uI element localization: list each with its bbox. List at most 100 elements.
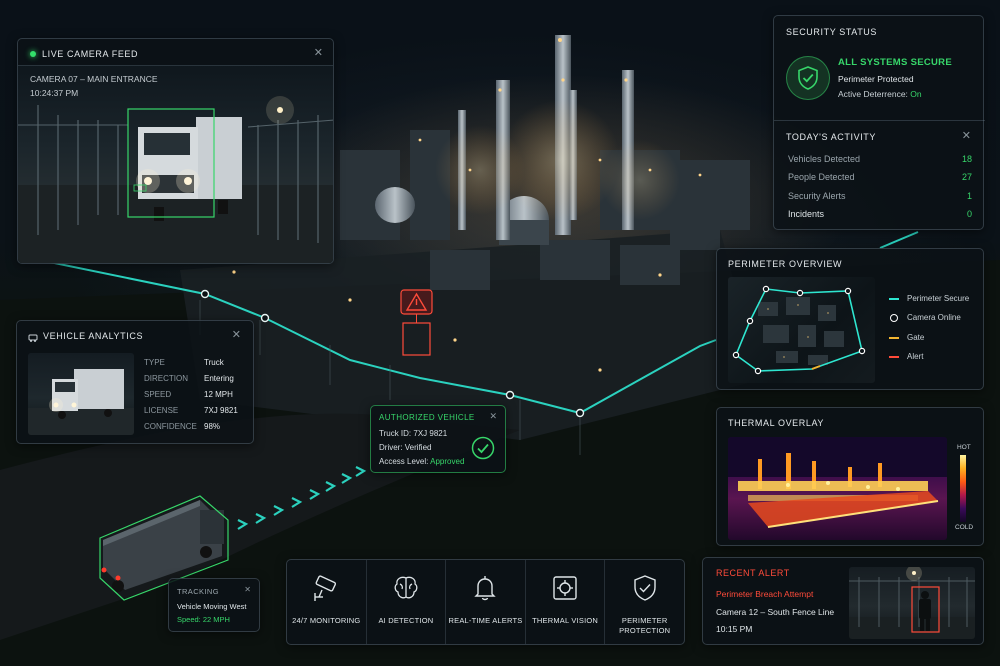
thermal-target-icon	[550, 573, 580, 608]
activity-value: 1	[966, 191, 972, 201]
camera-time: 10:24:37 PM	[30, 88, 79, 98]
vehicle-analytics-close-icon[interactable]: ✕	[232, 330, 241, 341]
security-status-title: SECURITY STATUS	[786, 27, 878, 37]
activity-label: Incidents	[788, 209, 825, 219]
recent-alert-title: RECENT ALERT	[716, 568, 790, 578]
legend-camera-online: Camera Online	[889, 313, 961, 322]
shield-check-icon	[786, 56, 830, 100]
recent-alert-panel: RECENT ALERT Perimeter Breach Attempt Ca…	[702, 557, 984, 645]
analytics-row-license: LICENSE 7XJ 9821	[144, 406, 254, 415]
bell-icon	[470, 573, 500, 608]
analytics-key: DIRECTION	[144, 374, 188, 383]
activity-row: Security Alerts 1	[788, 191, 972, 201]
active-deterrence-label: Active Deterrence:	[838, 89, 908, 99]
analytics-key: SPEED	[144, 390, 172, 399]
vehicle-analytics-panel: VEHICLE ANALYTICS ✕ TYPE Truck DIRECTION…	[16, 320, 254, 444]
truck-id-text: Truck ID: 7XJ 9821	[379, 429, 448, 438]
feature-label: REAL-TIME ALERTS	[448, 616, 523, 625]
tracking-panel: TRACKING ✕ Vehicle Moving West Speed: 22…	[168, 578, 260, 632]
features-bar: 24/7 MONITORING AI DETECTION REAL-TIME A…	[286, 559, 685, 645]
live-feed-title: LIVE CAMERA FEED	[42, 49, 139, 59]
perimeter-overview-panel: PERIMETER OVERVIEW Perimeter Secure Came…	[716, 248, 984, 390]
active-deterrence-line: Active Deterrence: On	[838, 89, 922, 99]
legend-gate: Gate	[889, 333, 924, 342]
cctv-camera-icon	[311, 573, 341, 608]
analytics-row-confidence: CONFIDENCE 98%	[144, 422, 254, 431]
feature-thermal-vision[interactable]: THERMAL VISION	[524, 560, 605, 644]
legend-line-icon	[889, 355, 899, 358]
analytics-row-direction: DIRECTION Entering	[144, 374, 254, 383]
live-feed-header: LIVE CAMERA FEED	[30, 49, 138, 59]
legend-line-icon	[889, 336, 899, 339]
activity-row: People Detected 27	[788, 172, 972, 182]
perimeter-protected-text: Perimeter Protected	[838, 74, 914, 84]
feature-label: THERMAL VISION	[532, 616, 599, 625]
active-deterrence-value: On	[910, 89, 922, 99]
legend-perimeter-secure: Perimeter Secure	[889, 294, 969, 303]
vehicle-analytics-title: VEHICLE ANALYTICS	[43, 331, 144, 341]
feature-perimeter-protection[interactable]: PERIMETER PROTECTION	[604, 560, 684, 644]
perimeter-overview-title: PERIMETER OVERVIEW	[728, 259, 843, 269]
legend-label: Perimeter Secure	[907, 294, 970, 303]
legend-ring-icon	[890, 313, 898, 322]
activity-value: 18	[961, 154, 972, 164]
analytics-key: CONFIDENCE	[144, 422, 197, 431]
feature-ai-detection[interactable]: AI DETECTION	[365, 560, 446, 644]
live-indicator-dot	[30, 51, 36, 57]
legend-alert: Alert	[889, 352, 923, 361]
analytics-key: LICENSE	[144, 406, 179, 415]
activity-value: 27	[961, 172, 972, 182]
security-status-text: ALL SYSTEMS SECURE	[838, 57, 952, 68]
authorized-close-icon[interactable]: ✕	[489, 412, 497, 421]
live-camera-feed-panel: LIVE CAMERA FEED ✕ CAMERA 07 – MAIN ENTR…	[17, 38, 334, 264]
access-level-label: Access Level:	[379, 457, 429, 466]
feature-label: 24/7 MONITORING	[292, 616, 361, 625]
tracking-title: TRACKING	[177, 587, 219, 596]
analytics-value: Truck	[204, 358, 224, 367]
legend-line-icon	[889, 297, 899, 300]
tracking-close-icon[interactable]: ✕	[244, 586, 251, 594]
legend-label: Alert	[907, 352, 924, 361]
camera-label: CAMERA 07 – MAIN ENTRANCE	[30, 74, 158, 84]
vehicle-snapshot-image	[28, 353, 134, 435]
activity-close-icon[interactable]: ✕	[962, 131, 971, 142]
access-level-value: Approved	[430, 457, 465, 466]
authorized-vehicle-panel: AUTHORIZED VEHICLE ✕ Truck ID: 7XJ 9821 …	[370, 405, 506, 473]
thermal-scale-bar	[960, 455, 966, 522]
analytics-row-type: TYPE Truck	[144, 358, 254, 367]
brain-icon	[391, 573, 421, 608]
legend-label: Gate	[907, 333, 925, 342]
perimeter-map[interactable]	[728, 277, 875, 383]
activity-label: People Detected	[788, 172, 855, 182]
thermal-overlay-title: THERMAL OVERLAY	[728, 418, 825, 428]
feature-monitoring[interactable]: 24/7 MONITORING	[287, 560, 366, 644]
analytics-value: Entering	[204, 374, 234, 383]
activity-label: Security Alerts	[788, 191, 846, 201]
feature-label: AI DETECTION	[378, 616, 434, 625]
tracking-speed: Speed: 22 MPH	[177, 615, 230, 624]
legend-label: Camera Online	[907, 313, 961, 322]
alert-location: Camera 12 – South Fence Line	[716, 607, 835, 617]
analytics-row-speed: SPEED 12 MPH	[144, 390, 254, 399]
vehicle-icon	[28, 330, 38, 348]
analytics-value: 7XJ 9821	[204, 406, 238, 415]
activity-row: Vehicles Detected 18	[788, 154, 972, 164]
check-circle-icon	[471, 436, 495, 465]
live-feed-close-icon[interactable]: ✕	[314, 48, 323, 59]
divider	[18, 65, 333, 66]
access-level-line: Access Level: Approved	[379, 457, 464, 466]
thermal-image[interactable]	[728, 437, 947, 540]
alert-snapshot-image[interactable]	[849, 567, 975, 639]
activity-title: TODAY'S ACTIVITY	[786, 132, 877, 142]
tracking-direction: Vehicle Moving West	[177, 602, 247, 611]
driver-text: Driver: Verified	[379, 443, 432, 452]
feature-label: PERIMETER PROTECTION	[619, 616, 671, 635]
alert-time: 10:15 PM	[716, 624, 753, 634]
activity-value: 0	[966, 209, 972, 219]
analytics-value: 98%	[204, 422, 221, 431]
security-status-panel: SECURITY STATUS ALL SYSTEMS SECURE Perim…	[773, 15, 985, 230]
feature-real-time-alerts[interactable]: REAL-TIME ALERTS	[445, 560, 525, 644]
activity-row: Incidents 0	[788, 209, 972, 219]
alert-event: Perimeter Breach Attempt	[716, 589, 814, 599]
authorized-vehicle-title: AUTHORIZED VEHICLE	[379, 413, 475, 422]
